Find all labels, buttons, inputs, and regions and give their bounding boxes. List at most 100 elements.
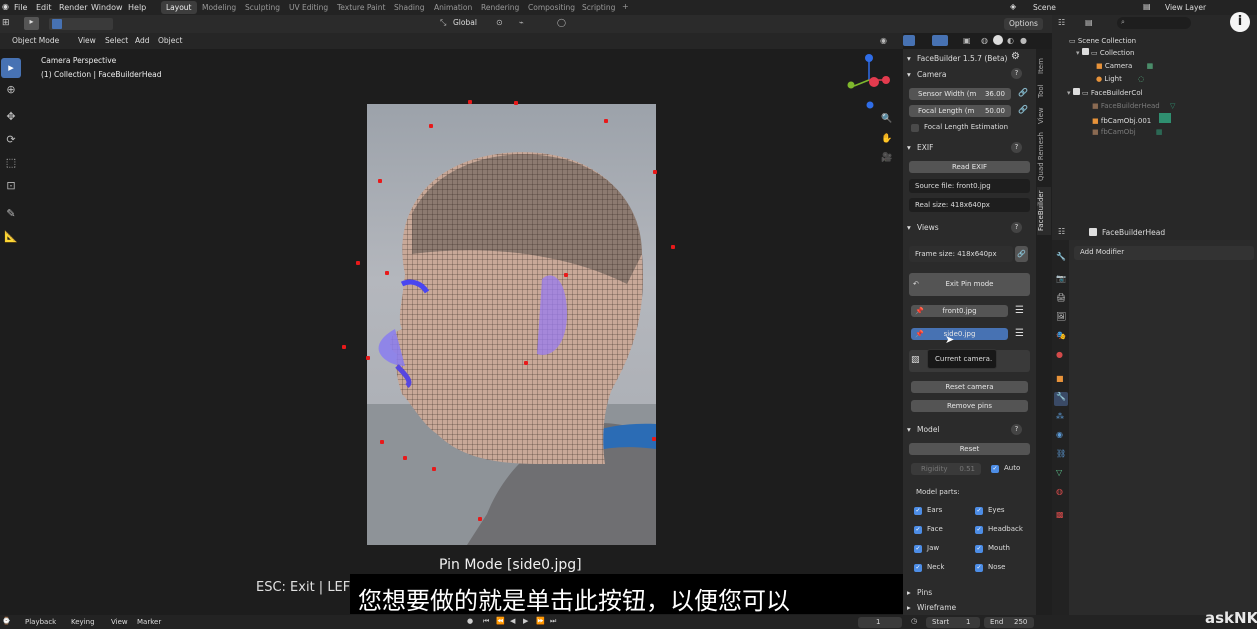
camera-section-header[interactable]: Camera — [917, 68, 946, 81]
rigidity-slider[interactable]: Rigidity 0.51 — [911, 463, 981, 475]
tab-view[interactable]: View — [1037, 105, 1051, 127]
menu-window[interactable]: Window — [91, 2, 123, 13]
menu-select[interactable]: Select — [101, 35, 132, 47]
view-menu-icon[interactable]: ☰ — [1015, 328, 1024, 339]
menu-edit[interactable]: Edit — [36, 2, 52, 13]
pan-hand-icon[interactable]: ✋ — [881, 134, 892, 144]
headback-checkbox[interactable]: ✓ — [975, 526, 983, 534]
world-properties-icon[interactable]: ● — [1056, 350, 1063, 359]
overlay-toggle-icon[interactable] — [932, 35, 948, 46]
pin[interactable] — [524, 361, 528, 365]
exit-pin-mode-button[interactable]: ↶ Exit Pin mode — [909, 273, 1030, 296]
help-icon[interactable]: ? — [1011, 424, 1022, 435]
record-icon[interactable]: ● — [467, 617, 473, 625]
material-properties-icon[interactable]: ◍ — [1056, 487, 1063, 496]
scale-tool-icon[interactable]: ⬚ — [1, 153, 21, 173]
reset-model-button[interactable]: Reset — [909, 443, 1030, 455]
visibility-icon[interactable]: ◉ — [880, 36, 887, 45]
menu-file[interactable]: File — [14, 2, 27, 13]
display-mode-icon[interactable]: ▤ — [1085, 18, 1093, 27]
frame-size-settings-icon[interactable]: 🔗 — [1015, 246, 1028, 262]
tab-scripting[interactable]: Scripting — [577, 1, 620, 14]
add-modifier-dropdown[interactable]: Add Modifier — [1074, 246, 1254, 260]
tab-animation[interactable]: Animation — [429, 1, 477, 14]
zoom-icon[interactable]: 🔍 — [881, 114, 892, 124]
checkbox-icon[interactable] — [1072, 88, 1080, 95]
menu-help[interactable]: Help — [128, 2, 146, 13]
exif-section-header[interactable]: EXIF — [917, 141, 933, 154]
object-properties-icon[interactable]: ■ — [1056, 374, 1064, 383]
checkbox-icon[interactable] — [1081, 48, 1089, 55]
start-frame-field[interactable]: Start 1 — [926, 617, 980, 628]
view-front0-button[interactable]: 📌 front0.jpg — [911, 305, 1008, 317]
pin[interactable] — [366, 356, 370, 360]
settings-gear-icon[interactable]: ⚙ — [1011, 51, 1020, 62]
tab-modeling[interactable]: Modeling — [197, 1, 241, 14]
views-section-header[interactable]: Views — [917, 221, 939, 234]
tab-facebuilder[interactable]: FaceBuilder — [1037, 187, 1051, 235]
shading-wireframe-icon[interactable]: ◍ — [981, 36, 988, 45]
scene-properties-icon[interactable]: 🎭 — [1056, 331, 1066, 340]
pin[interactable] — [380, 440, 384, 444]
orientation-dropdown[interactable]: Global — [453, 18, 477, 27]
focal-lock-icon[interactable]: 🔗 — [1018, 105, 1028, 114]
particles-properties-icon[interactable]: ⁂ — [1056, 412, 1064, 421]
annotate-tool-icon[interactable]: ✎ — [1, 204, 21, 224]
navigation-gizmo[interactable] — [842, 48, 892, 114]
pin[interactable] — [385, 271, 389, 275]
wireframe-expand-icon[interactable]: ▸ — [907, 601, 911, 614]
tab-texture-paint[interactable]: Texture Paint — [332, 1, 390, 14]
exif-expand-icon[interactable]: ▾ — [907, 141, 911, 154]
view-layer-name[interactable]: View Layer — [1165, 2, 1206, 13]
view-side0-button[interactable]: 📌 side0.jpg — [911, 328, 1008, 340]
pin[interactable] — [564, 273, 568, 277]
measure-tool-icon[interactable]: 📐 — [1, 227, 21, 247]
tab-quad-remesh[interactable]: Quad Remesh — [1037, 131, 1051, 183]
camera-view-icon[interactable]: 🎥 — [881, 153, 892, 163]
tab-item[interactable]: Item — [1037, 55, 1051, 77]
help-icon[interactable]: ? — [1011, 222, 1022, 233]
snap-icon[interactable]: ⌁ — [519, 18, 524, 27]
help-icon[interactable]: ? — [1011, 68, 1022, 79]
panel-collapse-icon[interactable]: ▾ — [907, 52, 911, 65]
ears-checkbox[interactable]: ✓ — [914, 507, 922, 515]
mouth-checkbox[interactable]: ✓ — [975, 545, 983, 553]
pin[interactable] — [432, 467, 436, 471]
pins-expand-icon[interactable]: ▸ — [907, 586, 911, 599]
pin[interactable] — [478, 517, 482, 521]
marker-menu[interactable]: Marker — [137, 618, 161, 626]
options-dropdown[interactable]: Options — [1004, 18, 1043, 30]
tab-tool[interactable]: Tool — [1037, 81, 1051, 101]
expand-icon[interactable]: ▾ — [1067, 89, 1071, 97]
modifier-properties-icon[interactable]: 🔧 — [1054, 392, 1068, 406]
read-exif-button[interactable]: Read EXIF — [909, 161, 1030, 173]
jaw-checkbox[interactable]: ✓ — [914, 545, 922, 553]
clock-icon[interactable]: ◷ — [911, 617, 917, 625]
model-expand-icon[interactable]: ▾ — [907, 423, 911, 436]
editor-type-icon[interactable]: ⊞ — [2, 18, 10, 28]
physics-properties-icon[interactable]: ◉ — [1056, 430, 1063, 439]
keying-menu[interactable]: Keying — [71, 618, 95, 626]
output-properties-icon[interactable]: 🖨 — [1056, 293, 1066, 302]
select-set-icon[interactable] — [52, 19, 62, 29]
current-frame-field[interactable]: 1 — [858, 617, 902, 628]
shading-rendered-icon[interactable]: ● — [1020, 36, 1027, 45]
outliner-item-facebuilderhead[interactable]: ■ FaceBuilderHead ▽ — [1092, 100, 1175, 113]
pin[interactable] — [604, 119, 608, 123]
view-menu[interactable]: View — [111, 618, 128, 626]
data-properties-icon[interactable]: ▽ — [1056, 468, 1062, 477]
move-tool-icon[interactable]: ✥ — [1, 107, 21, 127]
menu-view[interactable]: View — [74, 35, 100, 47]
sensor-width-field[interactable]: Sensor Width (m 36.00 — [909, 88, 1011, 100]
jump-start-icon[interactable]: ⏮ — [483, 617, 489, 626]
transform-tool-icon[interactable]: ⊡ — [1, 176, 21, 196]
neck-checkbox[interactable]: ✓ — [914, 564, 922, 572]
tab-sculpting[interactable]: Sculpting — [240, 1, 285, 14]
views-expand-icon[interactable]: ▾ — [907, 221, 911, 234]
info-icon[interactable]: i — [1230, 12, 1250, 32]
outliner-item-camera[interactable]: ■ Camera ▦ — [1096, 60, 1153, 73]
end-frame-field[interactable]: End 250 — [984, 617, 1034, 628]
select-box-tool-icon[interactable]: ▸ — [1, 58, 21, 78]
xray-icon[interactable]: ▣ — [963, 36, 971, 45]
pin[interactable] — [403, 456, 407, 460]
